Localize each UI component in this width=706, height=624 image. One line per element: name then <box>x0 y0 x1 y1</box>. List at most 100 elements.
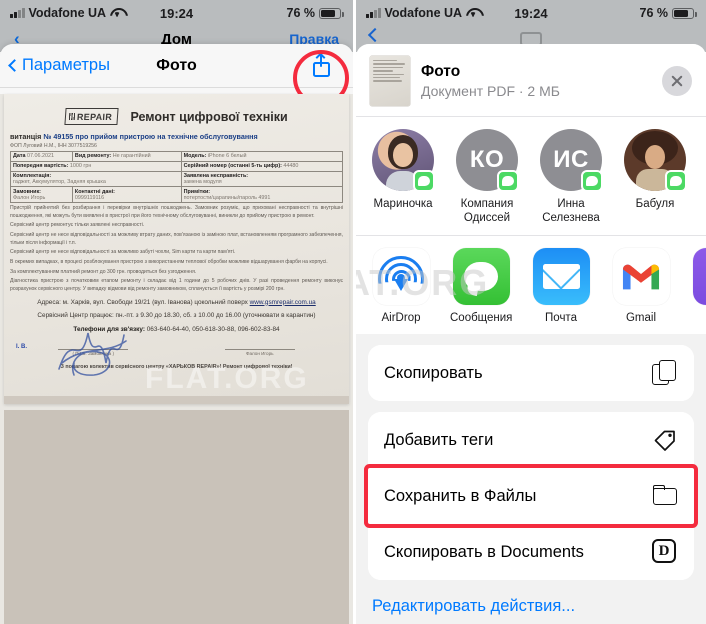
contact-item[interactable]: КО Компания Одиссей <box>454 129 520 225</box>
app-item-messages[interactable]: Сообщения <box>450 248 512 324</box>
terms-line: Сервісний центр не несе відповідальності… <box>10 232 343 246</box>
receipt-fields-table: Дата 07.06.2021 Вид ремонту: Не гарантій… <box>10 151 344 204</box>
table-cell: Модель: iPhone 6 белый <box>180 151 344 162</box>
field-label: Вид ремонту: <box>74 153 112 160</box>
terms-line: Сервісний центр не несе відповідальності… <box>10 249 236 256</box>
app-item-viber[interactable] <box>690 248 706 324</box>
terms-line: Пристрій прийнятий без розбирання і пере… <box>10 205 343 219</box>
terms-line: За комплектуванням платний ремонт до 300… <box>10 268 197 275</box>
contact-name: Бабуля <box>635 198 675 210</box>
clock-label: 19:24 <box>514 5 548 21</box>
action-add-tags[interactable]: Добавить теги <box>368 412 694 469</box>
battery-icon <box>319 7 344 19</box>
background-back-chevron <box>367 27 383 43</box>
messages-badge-icon <box>581 170 603 192</box>
contact-name: Мариночка <box>373 198 433 210</box>
document-address: Адреса: м. Харків, вул. Свободи 19/21 (в… <box>10 298 343 308</box>
messages-badge-icon <box>413 170 435 192</box>
table-cell: Контактні дані: 0999119116 <box>71 186 182 204</box>
field-label: Модель: <box>183 153 207 160</box>
table-cell: Замовник: Фалон Игорь <box>10 186 73 204</box>
field-value: Не гарантійний <box>112 153 151 160</box>
signature-right: Фалон Игорь <box>224 349 295 356</box>
contact-item[interactable]: Бабуля <box>622 129 688 225</box>
app-label: Сообщения <box>450 312 513 325</box>
app-label: AirDrop <box>381 312 421 325</box>
app-label: Gmail <box>625 312 657 325</box>
repair-logo: REPAIR <box>64 108 120 125</box>
field-value: 07.06.2021 <box>26 153 54 160</box>
close-button[interactable] <box>662 66 692 96</box>
contact-item[interactable]: Мариночка <box>370 129 436 225</box>
photo-navbar: Параметры Фото <box>0 44 353 106</box>
file-name: Фото <box>421 63 461 80</box>
action-group-rest: Добавить теги Сохранить в Файлы Скопиров… <box>368 412 694 581</box>
apps-suggestions-row[interactable]: AirDrop Сообщения Почта Gmail <box>356 235 706 335</box>
app-label: Почта <box>545 312 577 325</box>
field-value: Фалон Игорь <box>13 194 46 201</box>
table-cell: Серійний номер (останні 5-ть цифр): 4448… <box>180 160 344 172</box>
table-row: Попередня вартість: 1000 грн Серійний но… <box>10 160 344 172</box>
address-text: Адреса: м. Харків, вул. Свободи 19/21 (в… <box>37 298 248 306</box>
document-preview-area[interactable]: REPAIR Ремонт цифрової техніки витанція … <box>0 94 353 624</box>
action-copy[interactable]: Скопировать <box>368 345 694 402</box>
file-subtitle: Документ PDF · 2 МБ <box>421 83 560 99</box>
tag-icon <box>652 427 678 453</box>
field-value: замена модуля <box>183 178 222 185</box>
action-save-to-files[interactable]: Сохранить в Файлы <box>368 468 694 525</box>
receipt-word: витанція <box>10 132 42 141</box>
table-cell: Примітки: потертости/царапины/пароль 4991 <box>180 186 344 204</box>
avatar-wrapper <box>372 129 435 192</box>
app-item-airdrop[interactable]: AirDrop <box>370 248 432 324</box>
avatar-wrapper <box>624 129 687 192</box>
field-value: потертости/царапины/пароль 4991 <box>183 194 271 201</box>
paper-edge <box>4 396 349 404</box>
contact-name: Компания Одиссей <box>460 198 514 225</box>
photo-viewer-sheet: Параметры Фото REPAIR Ремонт цифрової те… <box>0 44 353 624</box>
document-header: REPAIR Ремонт цифрової техніки <box>10 108 343 125</box>
dual-screenshot: Vodafone UA 19:24 76 % ‹ Дом Правка Пара… <box>0 0 706 624</box>
clock-label: 19:24 <box>159 5 194 21</box>
contact-item[interactable]: ИС Инна Селезнева <box>538 129 604 225</box>
messages-badge-icon <box>497 170 519 192</box>
right-phone-screen: Vodafone UA 19:24 76 % Фото Документ PDF… <box>353 0 706 624</box>
action-label: Скопировать в Documents <box>384 542 584 561</box>
edit-actions-link[interactable]: Редактировать действия... <box>356 580 706 616</box>
share-button[interactable] <box>307 52 335 80</box>
battery-icon <box>672 7 697 19</box>
status-bar-left: Vodafone UA 19:24 76 % <box>0 0 353 26</box>
field-value: 44480 <box>283 163 299 170</box>
table-cell: Дата 07.06.2021 <box>10 151 73 162</box>
action-label: Добавить теги <box>384 430 494 449</box>
documents-icon: D <box>652 539 678 565</box>
table-row: Комплектація: гаджет, Аккумулятор, Задняя… <box>10 170 344 188</box>
action-label: Сохранить в Файлы <box>384 486 537 505</box>
action-copy-to-documents[interactable]: Скопировать в Documents D <box>368 524 694 581</box>
table-row: Дата 07.06.2021 Вид ремонту: Не гарантій… <box>10 151 344 162</box>
field-label: Дата <box>13 153 26 160</box>
action-label: Скопировать <box>384 363 483 382</box>
share-sheet: Фото Документ PDF · 2 МБ Мариночка КО Ко… <box>356 44 706 624</box>
contact-name: Инна Селезнева <box>542 198 600 225</box>
folder-icon <box>652 483 678 509</box>
avatar-wrapper: КО <box>456 129 519 192</box>
left-phone-screen: Vodafone UA 19:24 76 % ‹ Дом Правка Пара… <box>0 0 353 624</box>
table-row: Замовник: Фалон Игорь Контактні дані: 0999… <box>10 186 344 204</box>
table-cell: Заявлена несправність: замена модуля <box>180 170 344 188</box>
app-item-gmail[interactable]: Gmail <box>610 248 672 324</box>
website-link: www.gsmrepair.com.ua <box>249 298 316 306</box>
app-item-mail[interactable]: Почта <box>530 248 592 324</box>
messages-icon <box>452 248 510 306</box>
gmail-m-glyph <box>622 264 660 289</box>
field-value: 0999119116 <box>74 194 105 201</box>
field-label: Серійний номер (останні 5-ть цифр): <box>183 163 282 170</box>
messages-badge-icon <box>665 170 687 192</box>
viber-icon <box>692 248 706 306</box>
contacts-suggestions-row[interactable]: Мариночка КО Компания Одиссей ИС Инна Се… <box>356 116 706 236</box>
receipt-document: REPAIR Ремонт цифрової техніки витанція … <box>4 94 349 404</box>
page-title: Фото <box>156 56 197 74</box>
table-cell: Попередня вартість: 1000 грн <box>10 160 182 172</box>
table-cell: Комплектація: гаджет, Аккумулятор, Задняя… <box>10 170 182 188</box>
document-subheading: витанція № 49155 про прийом пристрою на … <box>10 132 343 141</box>
file-thumbnail <box>370 56 410 106</box>
